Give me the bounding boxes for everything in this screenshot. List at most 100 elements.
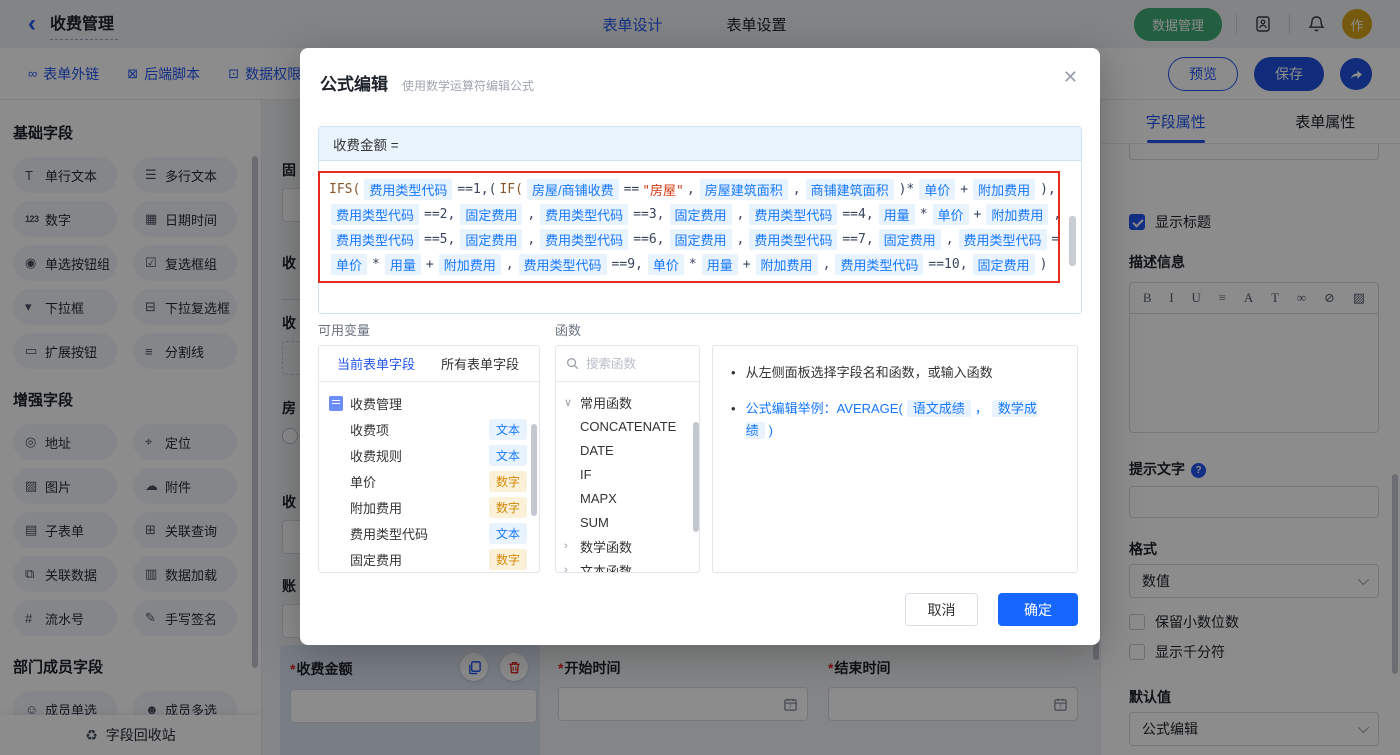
variable-type-badge: 数字 [488, 548, 527, 570]
help-example-comma: ， [974, 401, 988, 417]
formula-edit-modal: 公式编辑 使用数学运算符编辑公式 ✕ 收费金额 = IFS(费用类型代码 ==1,… [300, 48, 1100, 645]
field-token[interactable]: 商铺建筑面积 [805, 179, 894, 200]
field-token[interactable]: 费用类型代码 [958, 229, 1047, 250]
help-example-function: 公式编辑举例：AVERAGE( [745, 401, 903, 417]
bullet: • [731, 365, 736, 380]
field-token[interactable]: 单价 [932, 204, 969, 225]
formula-token: ==6, [633, 232, 665, 247]
formula-token: ==2, [424, 207, 456, 222]
formula-token: ) [1039, 257, 1048, 272]
variables-list: 收费管理 收费项 文本 收费规则 文本 单价 数字 附加费用 数字 费用类型代码 文本 固定费用 数字 [319, 382, 539, 572]
close-icon[interactable]: ✕ [1063, 68, 1078, 86]
formula-token: , [945, 232, 954, 247]
variable-type-badge: 数字 [488, 470, 527, 492]
field-token[interactable]: 附加费用 [755, 254, 818, 275]
field-token[interactable]: 费用类型代码 [331, 204, 420, 225]
help-line-1: • 从左侧面板选择字段名和函数，或输入函数 [731, 362, 1059, 384]
field-token[interactable]: 费用类型代码 [540, 204, 629, 225]
formula-token: ==1,( [457, 182, 497, 197]
functions-label: 函数 [555, 323, 582, 338]
field-token[interactable]: 费用类型代码 [835, 254, 924, 275]
formula-token: == [623, 182, 640, 197]
field-token[interactable]: 费用类型代码 [518, 254, 607, 275]
formula-scrollbar[interactable] [1069, 216, 1076, 266]
variables-scrollbar[interactable] [531, 424, 537, 516]
variable-type-badge: 文本 [488, 418, 527, 440]
field-token[interactable]: 房屋/商铺收费 [526, 179, 619, 200]
field-token[interactable]: 费用类型代码 [749, 204, 838, 225]
variable-name: 附加费用 [350, 500, 403, 516]
variable-row[interactable]: 固定费用 数字 [329, 546, 533, 572]
field-token[interactable]: 费用类型代码 [331, 229, 420, 250]
field-token[interactable]: 单价 [919, 179, 956, 200]
function-search-input[interactable] [586, 356, 676, 371]
function-search[interactable] [556, 346, 699, 382]
field-token[interactable]: 房屋建筑面积 [699, 179, 788, 200]
function-item[interactable]: IF [564, 462, 695, 486]
tab-current-form-fields[interactable]: 当前表单字段 [337, 354, 415, 373]
field-token[interactable]: 固定费用 [878, 229, 941, 250]
search-icon [567, 358, 579, 370]
formula-line: 费用类型代码 ==5, 固定费用, 费用类型代码 ==6, 固定费用, 费用类型代码 ==7,… [328, 227, 1058, 252]
field-token[interactable]: 用量 [878, 204, 915, 225]
function-group[interactable]: › 数学函数 [564, 534, 695, 558]
chevron-down-icon: ∨ [564, 396, 573, 409]
formula-token: , [822, 257, 831, 272]
field-token[interactable]: 附加费用 [986, 204, 1049, 225]
variable-row[interactable]: 收费项 文本 [329, 416, 533, 442]
field-token[interactable]: 附加费用 [438, 254, 501, 275]
function-group[interactable]: › 文本函数 [564, 558, 695, 573]
tab-all-form-fields[interactable]: 所有表单字段 [441, 354, 519, 373]
function-item[interactable]: DATE [564, 438, 695, 462]
variable-row[interactable]: 费用类型代码 文本 [329, 520, 533, 546]
modal-title: 公式编辑 [320, 75, 388, 94]
variables-panel: 当前表单字段 所有表单字段 收费管理 收费项 文本 收费规则 文本 单价 数字 附加费用 数字… [318, 345, 540, 573]
function-group[interactable]: ∨ 常用函数 [564, 390, 695, 414]
variable-row[interactable]: 单价 数字 [329, 468, 533, 494]
formula-target: 收费金额 = [319, 127, 1081, 161]
field-token[interactable]: 用量 [384, 254, 421, 275]
formula-highlight-box: IFS(费用类型代码 ==1,(IF(房屋/商铺收费 == "房屋", 房屋建筑面积, 商… [318, 171, 1060, 283]
field-token[interactable]: 单价 [647, 254, 684, 275]
functions-groups: ∨ 常用函数 CONCATENATE DATE IF MAPX SUM › 数学函数 › 文本函数 [564, 390, 695, 573]
variable-name: 收费项 [350, 422, 390, 438]
variables-root[interactable]: 收费管理 [329, 390, 533, 416]
field-token[interactable]: 固定费用 [460, 229, 523, 250]
field-token[interactable]: 固定费用 [669, 204, 732, 225]
field-token[interactable]: 用量 [701, 254, 738, 275]
function-item[interactable]: MAPX [564, 486, 695, 510]
form-doc-icon [329, 395, 343, 411]
form-designer-app: ‹ 收费管理 表单设计 表单设置 数据管理 作 ∞ 表单外链 ⊠ 后端脚本 ⊡ 数据权限 … [0, 0, 1400, 755]
field-token[interactable]: 单价 [331, 254, 368, 275]
confirm-button[interactable]: 确定 [998, 593, 1078, 626]
function-item[interactable]: SUM [564, 510, 695, 534]
chevron-right-icon: › [564, 564, 568, 573]
formula-token: , [505, 257, 514, 272]
field-token[interactable]: 附加费用 [973, 179, 1036, 200]
field-token[interactable]: 费用类型代码 [364, 179, 453, 200]
field-token[interactable]: 费用类型代码 [749, 229, 838, 250]
formula-token: , [736, 232, 745, 247]
formula-code-area[interactable]: IFS(费用类型代码 ==1,(IF(房屋/商铺收费 == "房屋", 房屋建筑面积, 商… [318, 161, 1081, 313]
formula-token: IF( [499, 182, 523, 197]
functions-tree: ∨ 常用函数 CONCATENATE DATE IF MAPX SUM › 数学函数 › 文本函数 [556, 382, 699, 573]
function-group-name: 数学函数 [580, 539, 633, 555]
functions-scrollbar[interactable] [693, 422, 699, 532]
formula-token: , [686, 182, 695, 197]
function-item[interactable]: CONCATENATE [564, 414, 695, 438]
formula-token: + [425, 257, 434, 272]
formula-token: ==5, [424, 232, 456, 247]
help-line-2: • 公式编辑举例：AVERAGE(语文成绩，数学成绩) [731, 398, 1059, 442]
formula-token: ==10, [928, 257, 968, 272]
field-token[interactable]: 固定费用 [669, 229, 732, 250]
cancel-button[interactable]: 取消 [905, 593, 978, 626]
field-token[interactable]: 固定费用 [460, 204, 523, 225]
formula-token: ), [1040, 182, 1056, 197]
variable-type-badge: 文本 [488, 444, 527, 466]
variable-row[interactable]: 附加费用 数字 [329, 494, 533, 520]
modal-footer: 取消 确定 [905, 593, 1078, 626]
field-token[interactable]: 费用类型代码 [540, 229, 629, 250]
field-token[interactable]: 固定费用 [972, 254, 1035, 275]
function-group-name: 文本函数 [580, 563, 633, 573]
variable-row[interactable]: 收费规则 文本 [329, 442, 533, 468]
